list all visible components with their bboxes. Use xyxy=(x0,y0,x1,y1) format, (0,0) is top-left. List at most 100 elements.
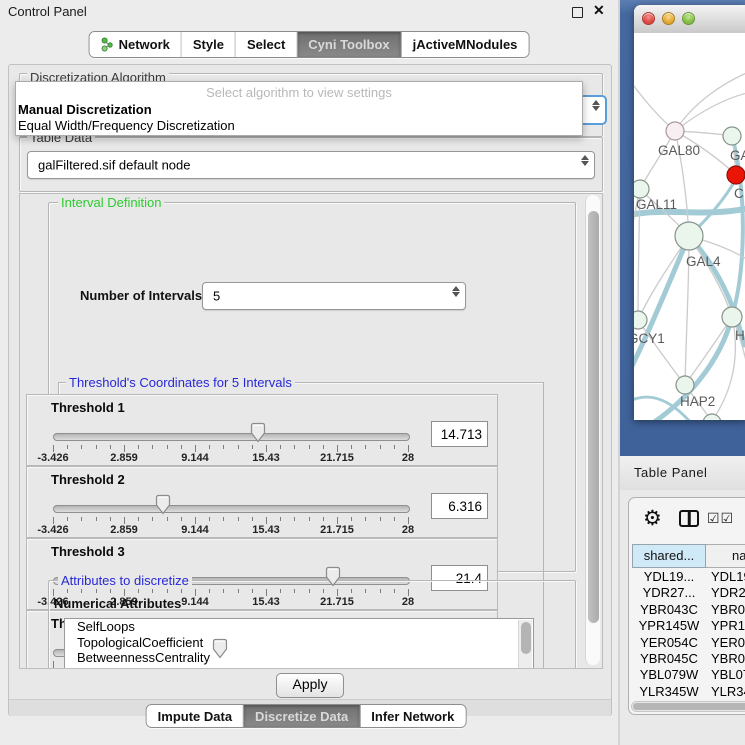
tab-label: Cyni Toolbox xyxy=(308,37,389,52)
table-data-combobox-value: galFiltered.sif default node xyxy=(38,158,190,173)
tab-select[interactable]: Select xyxy=(236,32,297,57)
table-row[interactable]: YLR345WYLR345W xyxy=(629,684,745,700)
network-node-h[interactable] xyxy=(722,307,742,327)
minimize-light-icon[interactable] xyxy=(662,12,675,25)
split-columns-icon[interactable] xyxy=(679,510,699,527)
slider-thumb[interactable] xyxy=(324,566,342,588)
node-label: C xyxy=(734,186,744,201)
cell-shared-name: YDL19... xyxy=(632,569,706,585)
attributes-list-scrollbar[interactable] xyxy=(518,620,532,669)
numerical-attributes-list[interactable]: SelfLoopsTopologicalCoefficientBetweenne… xyxy=(64,618,534,669)
table-row[interactable]: YDL19...YDL19... xyxy=(629,569,745,585)
attribute-list-item[interactable]: SelfLoops xyxy=(65,619,533,635)
slider-track[interactable] xyxy=(53,505,410,513)
attributes-group-label: Attributes to discretize xyxy=(58,574,192,587)
slider-tick-label: 15.43 xyxy=(252,524,280,536)
table-row[interactable]: YDR27...YDR27... xyxy=(629,585,745,601)
tab-network[interactable]: Network xyxy=(90,32,182,57)
column-header-shared-name[interactable]: shared... xyxy=(632,544,706,568)
gray-edge[interactable] xyxy=(685,317,732,385)
cell-name: YPR145W xyxy=(711,618,745,634)
slider-tick xyxy=(280,517,281,521)
settings-vertical-scrollbar[interactable] xyxy=(585,195,600,665)
slider-tick xyxy=(110,517,111,521)
close-light-icon[interactable] xyxy=(642,12,655,25)
interval-definition-label: Interval Definition xyxy=(58,196,164,209)
bottom-tab-infer-network[interactable]: Infer Network xyxy=(360,705,465,727)
network-node-gal11[interactable] xyxy=(634,180,649,198)
zoom-light-icon[interactable] xyxy=(682,12,695,25)
threshold-value-field[interactable]: 14.713 xyxy=(431,421,488,447)
gray-edge[interactable] xyxy=(638,320,685,385)
spinner-stepper-icon[interactable] xyxy=(451,286,461,297)
threshold-label: Threshold 1 xyxy=(51,400,125,415)
cell-name: YBL079W xyxy=(711,667,745,683)
bottom-tab-impute-data[interactable]: Impute Data xyxy=(147,705,244,727)
gray-edge[interactable] xyxy=(675,91,745,131)
cell-shared-name: YBR043C xyxy=(632,602,706,618)
network-node-c[interactable] xyxy=(727,166,745,184)
teal-edge[interactable] xyxy=(634,236,689,378)
gear-icon[interactable]: ⚙ xyxy=(643,506,662,531)
tab-style[interactable]: Style xyxy=(182,32,236,57)
table-data-combobox[interactable]: galFiltered.sif default node xyxy=(27,151,595,179)
network-canvas[interactable]: GAL80GACGAL11GAL4GCY1HHAP2 xyxy=(634,33,745,420)
table-row[interactable]: YBR043CYBR043C xyxy=(629,602,745,618)
gray-edge[interactable] xyxy=(675,69,745,131)
attribute-list-item[interactable]: BetweennessCentrality xyxy=(65,650,533,666)
table-horizontal-scrollbar[interactable] xyxy=(631,701,745,712)
network-graph-icon xyxy=(101,37,114,52)
threshold-value-field[interactable]: 6.316 xyxy=(431,493,488,519)
close-icon[interactable]: ✕ xyxy=(593,2,605,19)
apply-button[interactable]: Apply xyxy=(276,673,344,698)
slider-tick xyxy=(337,445,338,452)
node-label: GA xyxy=(730,148,745,163)
bottom-tab-discretize-data[interactable]: Discretize Data xyxy=(244,705,360,727)
table-panel-title: Table Panel xyxy=(634,465,707,480)
slider-tick xyxy=(223,445,224,449)
slider-thumb[interactable] xyxy=(211,638,229,660)
network-graph: GAL80GACGAL11GAL4GCY1HHAP2 xyxy=(634,33,745,420)
cell-name: YLR345W xyxy=(711,684,745,700)
slider-track[interactable] xyxy=(53,433,410,441)
tab-jactivemnodules[interactable]: jActiveMNodules xyxy=(402,32,529,57)
tab-cyni-toolbox[interactable]: Cyni Toolbox xyxy=(297,32,401,57)
gray-edge[interactable] xyxy=(634,78,675,131)
column-header-name[interactable]: name xyxy=(706,544,745,568)
slider-tick xyxy=(238,517,239,521)
numerical-attributes-label: Numerical Attributes xyxy=(54,596,181,611)
bottom-tab-label: Impute Data xyxy=(158,709,232,724)
slider-tick xyxy=(309,517,310,521)
dropdown-option-equal-width-frequency[interactable]: Equal Width/Frequency Discretization xyxy=(16,118,582,134)
table-row[interactable]: YBL079WYBL079W xyxy=(629,667,745,683)
table-toolbar: ⚙ ☑☑ xyxy=(629,498,745,542)
checkbox-icons[interactable]: ☑☑ xyxy=(707,510,734,527)
table-row[interactable]: YBR045CYBR045C xyxy=(629,651,745,667)
table-row[interactable]: YPR145WYPR145W xyxy=(629,618,745,634)
slider-thumb[interactable] xyxy=(154,494,172,516)
slider-tick xyxy=(138,517,139,521)
network-node-ga[interactable] xyxy=(723,127,741,145)
network-node-hap2[interactable] xyxy=(676,376,694,394)
combo-stepper-icon[interactable] xyxy=(580,155,590,166)
network-node[interactable] xyxy=(703,414,721,420)
teal-edge[interactable] xyxy=(732,136,743,317)
table-row[interactable]: YER054CYER054C xyxy=(629,635,745,651)
apply-row: Apply xyxy=(9,667,611,699)
network-node-gcy1[interactable] xyxy=(634,311,647,329)
attribute-list-item[interactable]: TopologicalCoefficient xyxy=(65,635,533,651)
float-window-icon[interactable] xyxy=(572,7,583,18)
slider-tick xyxy=(167,445,168,449)
gray-edge[interactable] xyxy=(640,131,675,189)
desktop-background: GAL80GACGAL11GAL4GCY1HHAP2 xyxy=(620,0,745,456)
slider-thumb[interactable] xyxy=(249,422,267,444)
network-node-gal4[interactable] xyxy=(675,222,703,250)
slider-tick xyxy=(309,445,310,449)
gray-edge[interactable] xyxy=(712,317,735,420)
dropdown-option-manual-discretization[interactable]: Manual Discretization xyxy=(16,102,582,118)
slider-tick xyxy=(195,445,196,452)
combo-stepper-icon[interactable] xyxy=(591,100,601,111)
algorithm-dropdown-popup: Select algorithm to view settings Manual… xyxy=(15,81,583,136)
number-of-intervals-spinner[interactable]: 5 xyxy=(202,282,466,310)
network-node-gal80[interactable] xyxy=(666,122,684,140)
